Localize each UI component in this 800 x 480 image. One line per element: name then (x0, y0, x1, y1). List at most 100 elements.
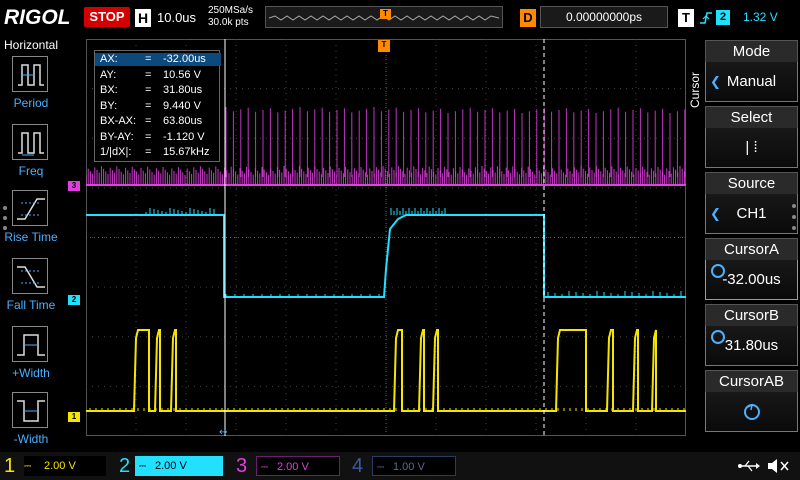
memory-depth: 30.0k pts (208, 17, 249, 28)
menu-block-value[interactable]: | ⁞ (705, 128, 798, 168)
readout-equals: = (145, 99, 152, 112)
cursor-readout-panel: AX: = -32.00us AY: = 10.56 V BX: = 31.80us BY: = 9.… (94, 50, 221, 162)
fall-time-icon (12, 258, 48, 294)
readout-equals: = (145, 68, 152, 81)
period-icon (12, 56, 48, 92)
dc-coupling-icon: ⎓ (261, 462, 269, 472)
menu-block-title: Source (705, 172, 798, 194)
cursor-b-control[interactable]: CursorB 31.80us (705, 304, 798, 366)
menu-block-value[interactable]: -32.00us (705, 260, 798, 300)
readout-equals: = (145, 53, 152, 65)
cursor-readout-row: AX: = -32.00us (95, 53, 221, 66)
knob-icon (711, 330, 725, 344)
channel-scale: 2.00 V (44, 460, 76, 472)
measure-period[interactable]: Period (0, 56, 62, 120)
ch3-waveform-peaks (225, 107, 686, 177)
ch3-waveform (86, 166, 685, 185)
trigger-position-marker[interactable]: T (378, 40, 390, 52)
ch4-tab[interactable]: 4 ⎓ 1.00 V (348, 454, 460, 478)
cursor-mode-value: Manual (726, 73, 777, 90)
cursor-b-value: 31.80us (724, 337, 779, 354)
measure-freq[interactable]: Freq (0, 124, 62, 188)
ch2-scale: ⎓ 2.00 V (135, 456, 223, 476)
readout-label: 1/|dX|: (100, 146, 132, 158)
sound-muted-icon (768, 459, 789, 473)
delay-badge: D (520, 9, 536, 27)
readout-label: AY: (100, 68, 117, 81)
measure-label: Freq (18, 164, 44, 178)
trigger-source[interactable]: 2 (716, 10, 730, 25)
menu-block-title: Mode (705, 40, 798, 62)
cursor-select-value: | ⁞ (745, 139, 758, 156)
readout-value: 9.440 V (163, 99, 201, 112)
menu-block-title: CursorA (705, 238, 798, 260)
timebase-value[interactable]: 10.0us (157, 10, 196, 25)
readout-value: 10.56 V (163, 68, 201, 81)
readout-label: BX-AX: (100, 115, 137, 127)
menu-block-title: Select (705, 106, 798, 128)
cursor-a-control[interactable]: CursorA -32.00us (705, 238, 798, 300)
brand-logo: RIGOL (4, 6, 71, 29)
measure-positive-width[interactable]: +Width (0, 326, 62, 390)
measure-fall-time[interactable]: Fall Time (0, 258, 62, 322)
cursor-source-control[interactable]: Source ❮ CH1 (705, 172, 798, 234)
ch1-scale: ⎓ 2.00 V (24, 456, 106, 476)
cursor-mode-control[interactable]: Mode ❮ Manual (705, 40, 798, 102)
menu-title: Horizontal (3, 38, 59, 52)
cursor-readout-row: BY-AY: = -1.120 V (95, 131, 221, 144)
ch1-offset-marker[interactable]: 1 (68, 412, 80, 422)
ch2-offset-marker[interactable]: 2 (68, 295, 80, 305)
channel-number: 4 (352, 455, 364, 477)
rising-edge-icon (699, 9, 713, 27)
cursor-select-control[interactable]: Select | ⁞ (705, 106, 798, 168)
channel-number: 2 (119, 455, 131, 477)
readout-equals: = (145, 130, 152, 143)
menu-block-value[interactable]: ❮ Manual (705, 62, 798, 102)
menu-page-dots (3, 206, 9, 236)
ch2-tab[interactable]: 2 ⎓ 2.00 V (115, 454, 227, 478)
knob-icon (743, 403, 760, 421)
readout-value: -1.120 V (163, 130, 205, 143)
trigger-delay-value[interactable]: 0.00000000ps (540, 6, 668, 28)
measure-negative-width[interactable]: -Width (0, 392, 62, 456)
readout-value: 15.67kHz (163, 146, 210, 158)
acquisition-info: 250MSa/s 30.0k pts (208, 5, 253, 29)
ch1-tab[interactable]: 1 ⎓ 2.00 V (0, 454, 110, 478)
measure-label: Fall Time (6, 298, 56, 312)
measure-label: +Width (12, 366, 50, 380)
frequency-icon (12, 124, 48, 160)
menu-block-value[interactable]: ❮ CH1 (705, 194, 798, 234)
system-status-icons (736, 455, 796, 477)
readout-value: 31.80us (163, 84, 203, 96)
cursor-readout-row: AY: = 10.56 V (95, 69, 221, 82)
waveform-display[interactable]: ↔ 3 2 1 T T AX:=-32.00usAY:=10.56 VBX:=3… (62, 36, 700, 436)
readout-value: -32.00us (163, 53, 206, 65)
knob-icon (711, 264, 725, 278)
ch4-scale: ⎓ 1.00 V (372, 456, 456, 476)
ch2-noise (145, 208, 682, 297)
readout-label: BX: (100, 84, 118, 96)
cursor-ab-control[interactable]: CursorAB (705, 370, 798, 432)
dc-coupling-icon: ⎓ (377, 462, 385, 472)
cursor-a-handle-icon: ↔ (219, 427, 227, 436)
sample-rate: 250MSa/s (208, 5, 254, 16)
ch3-scale: ⎓ 2.00 V (256, 456, 340, 476)
ch3-tab[interactable]: 3 ⎓ 2.00 V (232, 454, 344, 478)
channel-number: 1 (4, 455, 16, 477)
horizontal-badge: H (135, 9, 151, 27)
measure-rise-time[interactable]: Rise Time (0, 190, 62, 254)
menu-block-value[interactable] (705, 392, 798, 432)
menu-page-dots (792, 204, 798, 237)
cursor-readout-row: BY: = 9.440 V (95, 100, 221, 113)
memory-trigger-marker: T (380, 9, 391, 19)
cursor-readout-row: BX-AX: = 63.80us (95, 115, 221, 128)
dc-coupling-icon: ⎓ (24, 461, 32, 471)
rise-time-icon (12, 190, 48, 226)
trigger-level[interactable]: 1.32 V (743, 10, 778, 24)
cursor-readout-row: 1/|dX|: = 15.67kHz (95, 146, 221, 159)
run-stop-status[interactable]: STOP (84, 7, 130, 27)
measure-label: Rise Time (4, 230, 58, 244)
ch3-offset-marker[interactable]: 3 (68, 181, 80, 191)
menu-block-value[interactable]: 31.80us (705, 326, 798, 366)
negative-width-icon (12, 392, 48, 428)
